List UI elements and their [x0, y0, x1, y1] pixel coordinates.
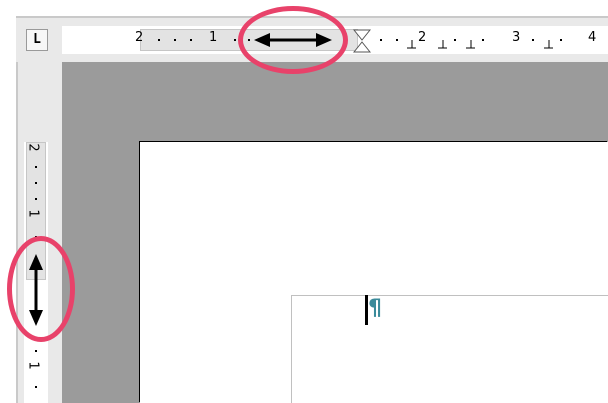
ruler-tick [35, 182, 37, 184]
ruler-tick [380, 39, 382, 41]
double-arrow-vertical-icon [29, 254, 43, 326]
ruler-label-2-left: 2 [135, 30, 144, 45]
ruler-label-1-left: 1 [209, 30, 218, 45]
double-arrow-horizontal-icon [254, 33, 332, 47]
ruler-tick [482, 39, 484, 41]
tab-stop-icon [544, 40, 553, 49]
ruler-tick [35, 198, 37, 200]
ruler-tick [396, 39, 398, 41]
vruler-label-1-bottom: 1 [25, 361, 41, 370]
ruler-tick [35, 350, 37, 352]
ruler-tick [35, 166, 37, 168]
ruler-tick [35, 386, 37, 388]
text-boundary[interactable] [291, 295, 608, 403]
vruler-label-2: 2 [25, 143, 41, 152]
ruler-tick [532, 39, 534, 41]
ruler-tick [158, 39, 160, 41]
paragraph-mark: ¶ [368, 296, 382, 321]
text-area-region [362, 29, 608, 51]
ruler-tick [560, 39, 562, 41]
tab-stop-icon [407, 40, 416, 49]
ruler-tick [454, 39, 456, 41]
tab-stop-selector-button[interactable]: L [26, 29, 48, 51]
tab-stop-icon [438, 40, 447, 49]
ruler-tick [190, 39, 192, 41]
ruler-tick [174, 39, 176, 41]
tab-stop-icon [466, 40, 475, 49]
ruler-label-2-right: 2 [418, 30, 427, 45]
indent-marker-icon[interactable] [353, 29, 371, 53]
ruler-tick [234, 39, 236, 41]
window-left-edge [0, 0, 16, 403]
ruler-label-4: 4 [588, 30, 597, 45]
ruler-label-3: 3 [512, 30, 521, 45]
vruler-label-1-top: 1 [25, 209, 41, 218]
